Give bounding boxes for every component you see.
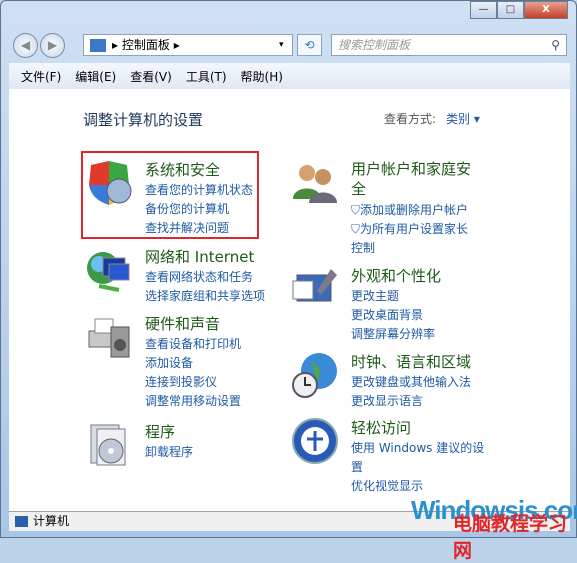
category-title[interactable]: 用户帐户和家庭安全 <box>351 159 481 199</box>
link[interactable]: ⛉添加或删除用户帐户 <box>351 201 471 220</box>
breadcrumb-sep: ▸ <box>173 38 180 52</box>
menu-tools[interactable]: 工具(T) <box>186 68 227 85</box>
search-input[interactable]: 搜索控制面板 ⚲ <box>331 34 567 56</box>
view-by: 查看方式: 类别 ▾ <box>384 110 480 127</box>
menu-view[interactable]: 查看(V) <box>130 68 172 85</box>
category-title[interactable]: 程序 <box>145 421 175 442</box>
link-text: 添加或删除用户帐户 <box>360 203 469 217</box>
ease-of-access-icon <box>292 418 338 464</box>
view-by-label: 查看方式: <box>384 112 437 126</box>
category-title[interactable]: 系统和安全 <box>145 159 220 180</box>
watermark-text: 电脑教程学习网 <box>453 513 568 562</box>
category-title[interactable]: 外观和个性化 <box>351 265 441 286</box>
forward-button[interactable]: ▶ <box>40 33 65 58</box>
link[interactable]: 调整屏幕分辨率 <box>351 325 435 344</box>
address-bar[interactable]: ▸ 控制面板 ▸ <box>83 34 293 56</box>
category-title[interactable]: 硬件和声音 <box>145 313 220 334</box>
clock-globe-icon <box>292 353 337 398</box>
category-title[interactable]: 轻松访问 <box>351 417 411 438</box>
link[interactable]: 查看您的计算机状态 <box>145 181 253 200</box>
window-controls: — □ X <box>470 1 568 19</box>
uac-shield-icon: ⛉ <box>351 203 361 217</box>
view-by-dropdown[interactable]: 类别 ▾ <box>446 112 480 126</box>
menu-file[interactable]: 文件(F) <box>21 68 61 85</box>
nav-buttons: ◀ ▶ <box>13 33 65 58</box>
back-button[interactable]: ◀ <box>13 33 38 58</box>
refresh-button[interactable]: ⟲ <box>297 34 322 56</box>
printer-icon <box>88 318 130 358</box>
minimize-button[interactable]: — <box>470 1 497 19</box>
search-placeholder: 搜索控制面板 <box>338 38 411 52</box>
users-icon <box>293 165 337 203</box>
computer-icon <box>15 516 28 527</box>
link[interactable]: 查找并解决问题 <box>145 219 253 238</box>
link[interactable]: 连接到投影仪 <box>145 373 241 392</box>
close-button[interactable]: X <box>524 1 568 19</box>
page-title: 调整计算机的设置 <box>83 111 204 129</box>
link[interactable]: 调整常用移动设置 <box>145 392 241 411</box>
category-title[interactable]: 时钟、语言和区域 <box>351 351 471 372</box>
window-frame: — □ X ◀ ▶ ▸ 控制面板 ▸ ▾ ⟲ 搜索控制面板 ⚲ 文件(F) 编辑… <box>0 0 577 562</box>
search-icon[interactable]: ⚲ <box>551 35 560 55</box>
link[interactable]: ⛉为所有用户设置家长控制 <box>351 220 471 258</box>
category-title[interactable]: 网络和 Internet <box>145 246 254 267</box>
link[interactable]: 优化视觉显示 <box>351 477 491 496</box>
link[interactable]: 更改主题 <box>351 287 435 306</box>
appearance-icon <box>292 269 337 302</box>
control-panel-icon <box>90 39 106 52</box>
link[interactable]: 使用 Windows 建议的设置 <box>351 439 491 477</box>
programs-icon <box>90 424 126 466</box>
address-dropdown-icon[interactable]: ▾ <box>279 34 284 56</box>
shield-icon <box>89 161 132 205</box>
link[interactable]: 选择家庭组和共享选项 <box>145 287 265 306</box>
link-text: 为所有用户设置家长控制 <box>351 222 469 255</box>
link[interactable]: 卸载程序 <box>145 443 193 462</box>
breadcrumb-control-panel[interactable]: 控制面板 <box>122 38 170 52</box>
link[interactable]: 备份您的计算机 <box>145 200 253 219</box>
maximize-button[interactable]: □ <box>497 1 524 19</box>
link[interactable]: 查看网络状态和任务 <box>145 268 265 287</box>
menu-bar: 文件(F) 编辑(E) 查看(V) 工具(T) 帮助(H) <box>9 63 570 89</box>
breadcrumb-sep: ▸ <box>112 38 119 52</box>
link[interactable]: 更改显示语言 <box>351 392 471 411</box>
link[interactable]: 更改桌面背景 <box>351 306 435 325</box>
link[interactable]: 查看设备和打印机 <box>145 335 241 354</box>
link[interactable]: 更改键盘或其他输入法 <box>351 373 471 392</box>
link[interactable]: 添加设备 <box>145 354 241 373</box>
status-text: 计算机 <box>33 514 70 528</box>
network-icon <box>87 252 130 292</box>
content-area: 调整计算机的设置 查看方式: 类别 ▾ 系统和安全 查看您的计算机状态 备份您的计算… <box>9 89 570 511</box>
menu-edit[interactable]: 编辑(E) <box>75 68 116 85</box>
uac-shield-icon: ⛉ <box>351 222 361 236</box>
menu-help[interactable]: 帮助(H) <box>241 68 283 85</box>
